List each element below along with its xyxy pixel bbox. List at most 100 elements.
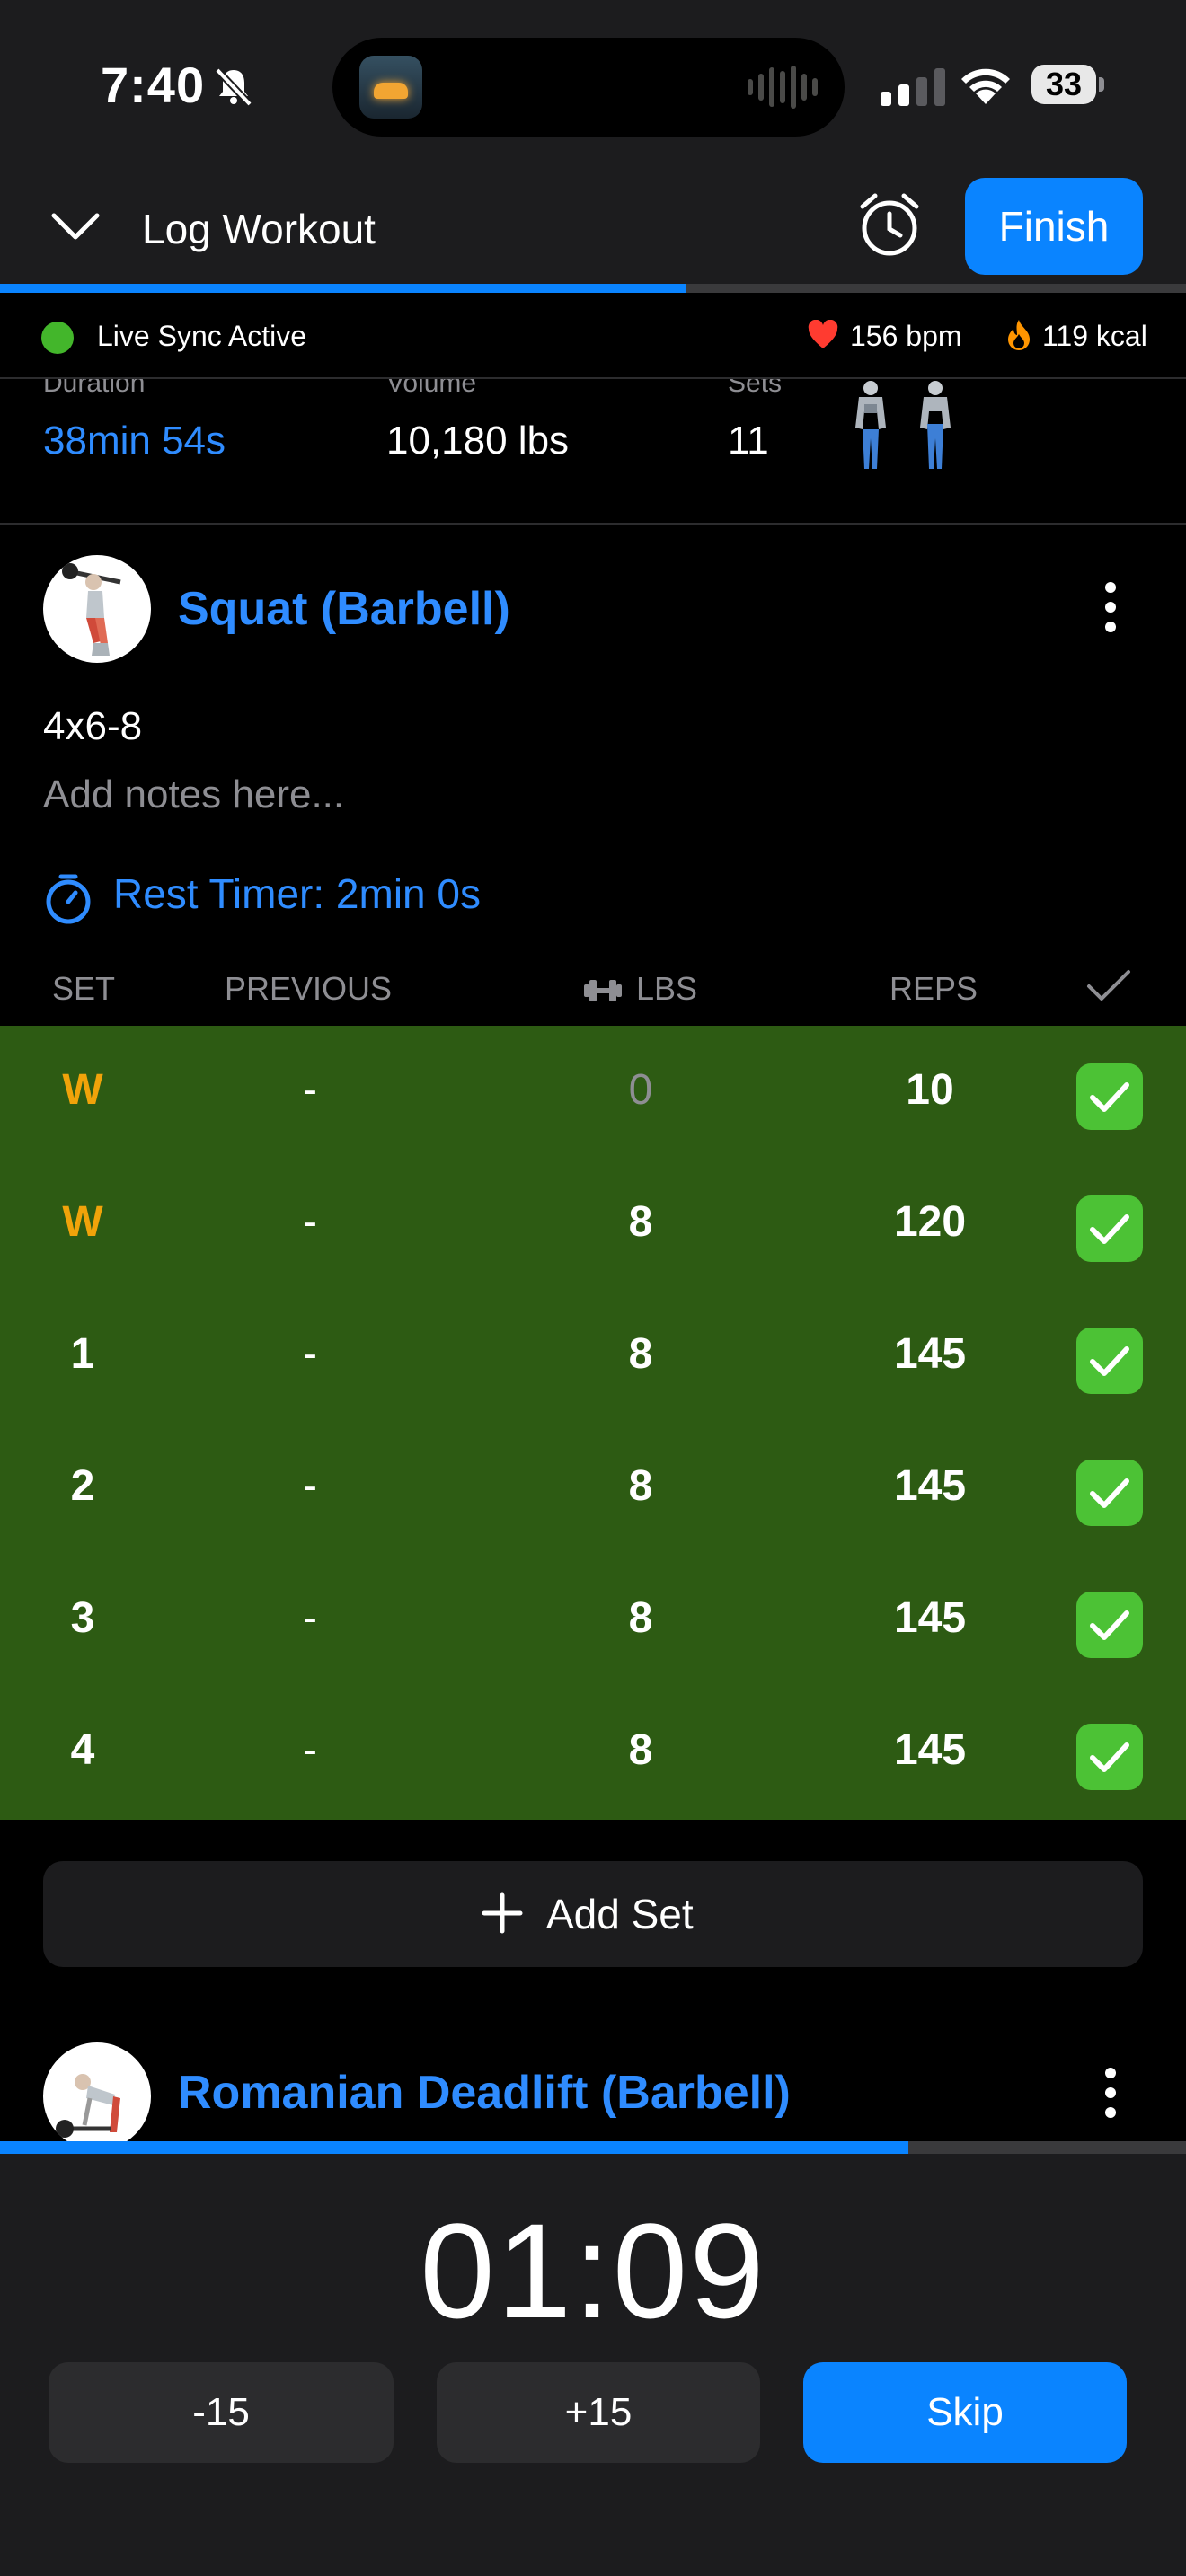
- duration-value: 38min 54s: [43, 419, 226, 463]
- skip-button[interactable]: Skip: [803, 2362, 1127, 2463]
- deadlift-figure-icon: [56, 2074, 120, 2138]
- set-number[interactable]: 2: [36, 1461, 129, 1511]
- set-previous: -: [303, 1198, 317, 1246]
- workout-progress-bar: [0, 284, 1186, 293]
- set-row: 1 - 8 145: [0, 1290, 1186, 1422]
- dumbbell-icon: [584, 980, 622, 1001]
- set-complete-checkbox[interactable]: [1076, 1460, 1143, 1526]
- finish-button[interactable]: Finish: [965, 178, 1143, 275]
- checkmark-icon: [1090, 1082, 1129, 1112]
- live-sync-bar: Live Sync Active 156 bpm 119 kcal: [0, 293, 1186, 379]
- rest-progress-bar: [0, 2141, 1186, 2154]
- set-row: 3 - 8 145: [0, 1554, 1186, 1686]
- chevron-down-icon[interactable]: [50, 208, 101, 244]
- set-reps-input[interactable]: 145: [863, 1461, 997, 1511]
- flame-icon: [1008, 320, 1030, 350]
- set-reps-input[interactable]: 145: [863, 1725, 997, 1775]
- col-previous: PREVIOUS: [225, 970, 393, 1007]
- rest-countdown: 01:09: [420, 2195, 766, 2346]
- exercise-note[interactable]: 4x6-8: [43, 704, 142, 749]
- col-lbs: LBS: [636, 970, 698, 1007]
- heart-rate-value: 156 bpm: [850, 320, 962, 352]
- checkmark-icon: [1090, 1478, 1129, 1508]
- checkmark-icon: [1090, 1346, 1129, 1376]
- status-bar: 7:40 33: [0, 0, 1186, 171]
- set-row: 4 - 8 145: [0, 1686, 1186, 1818]
- more-options-icon[interactable]: [1102, 2068, 1120, 2122]
- wifi-icon: [961, 68, 1010, 104]
- add-set-label: Add Set: [546, 1891, 694, 1937]
- set-lbs-input[interactable]: 8: [575, 1725, 706, 1775]
- set-lbs-input[interactable]: 0: [575, 1065, 706, 1115]
- cellular-signal-icon: [881, 66, 945, 106]
- muscle-map-front-icon: [855, 381, 886, 469]
- sets-table-header: SET PREVIOUS LBS REPS: [0, 961, 1186, 1024]
- plus-15-button[interactable]: +15: [437, 2362, 760, 2463]
- calories-value: 119 kcal: [1042, 320, 1147, 352]
- set-previous: -: [303, 1330, 317, 1378]
- add-set-button[interactable]: Add Set: [43, 1861, 1143, 1967]
- alarm-clock-icon[interactable]: [857, 190, 922, 259]
- exercise-name[interactable]: Squat (Barbell): [178, 582, 510, 636]
- exercise-thumbnail[interactable]: [43, 555, 151, 663]
- next-exercise-name[interactable]: Romanian Deadlift (Barbell): [178, 2066, 791, 2120]
- set-reps-input[interactable]: 145: [863, 1329, 997, 1379]
- set-previous: -: [303, 1462, 317, 1510]
- muscle-map-back-icon: [920, 381, 951, 469]
- workout-progress-fill: [0, 284, 686, 293]
- set-reps-input[interactable]: 120: [863, 1197, 997, 1247]
- set-complete-checkbox[interactable]: [1076, 1592, 1143, 1658]
- workout-header: Log Workout Finish: [0, 171, 1186, 287]
- set-lbs-input[interactable]: 8: [575, 1329, 706, 1379]
- set-number[interactable]: 3: [36, 1593, 129, 1643]
- duration-label: Duration: [43, 379, 146, 398]
- set-row: 2 - 8 145: [0, 1422, 1186, 1554]
- stopwatch-icon[interactable]: [43, 871, 93, 925]
- live-activity-app-icon[interactable]: [359, 56, 422, 119]
- set-lbs-input[interactable]: 8: [575, 1197, 706, 1247]
- sets-value: 11: [728, 419, 769, 463]
- notes-input[interactable]: Add notes here...: [43, 772, 344, 817]
- volume-label: Volume: [386, 379, 477, 398]
- status-time: 7:40: [101, 57, 206, 113]
- dynamic-island[interactable]: [332, 38, 845, 137]
- more-options-icon[interactable]: [1102, 582, 1120, 636]
- sets-table: W - 0 10 W - 8 120 1 - 8 145 2 - 8 145 3…: [0, 1026, 1186, 1820]
- rest-progress-fill: [0, 2141, 909, 2154]
- live-sync-status: Live Sync Active: [97, 320, 306, 352]
- set-lbs-input[interactable]: 8: [575, 1461, 706, 1511]
- rest-timer-panel: 01:09 -15 +15 Skip: [0, 2141, 1186, 2576]
- set-previous: -: [303, 1726, 317, 1774]
- rest-timer-setting[interactable]: Rest Timer: 2min 0s: [113, 869, 481, 918]
- checkmark-icon: [1090, 1214, 1129, 1244]
- next-exercise-thumbnail[interactable]: [43, 2042, 151, 2150]
- col-set: SET: [52, 970, 116, 1007]
- squat-figure-icon: [62, 563, 121, 656]
- audio-wave-icon: [748, 65, 818, 110]
- set-number[interactable]: W: [36, 1065, 129, 1115]
- plus-icon: [482, 1892, 523, 1934]
- set-previous: -: [303, 1066, 317, 1114]
- workout-stats: Duration 38min 54s Volume 10,180 lbs Set…: [0, 379, 1186, 525]
- set-row: W - 8 120: [0, 1158, 1186, 1290]
- sets-label: Sets: [728, 379, 783, 398]
- set-number[interactable]: W: [36, 1197, 129, 1247]
- volume-value: 10,180 lbs: [386, 419, 570, 463]
- set-complete-checkbox[interactable]: [1076, 1724, 1143, 1790]
- set-complete-checkbox[interactable]: [1076, 1063, 1143, 1130]
- set-complete-checkbox[interactable]: [1076, 1328, 1143, 1394]
- set-number[interactable]: 1: [36, 1329, 129, 1379]
- set-complete-checkbox[interactable]: [1076, 1195, 1143, 1262]
- page-title: Log Workout: [142, 206, 376, 252]
- set-lbs-input[interactable]: 8: [575, 1593, 706, 1643]
- col-reps: REPS: [890, 970, 978, 1007]
- checkmark-icon: [1090, 1742, 1129, 1772]
- minus-15-button[interactable]: -15: [49, 2362, 394, 2463]
- heart-icon: [808, 320, 838, 348]
- checkmark-icon: [1090, 1610, 1129, 1640]
- bell-muted-icon: [215, 67, 252, 107]
- set-row: W - 0 10: [0, 1026, 1186, 1158]
- set-reps-input[interactable]: 145: [863, 1593, 997, 1643]
- set-reps-input[interactable]: 10: [863, 1065, 997, 1115]
- set-number[interactable]: 4: [36, 1725, 129, 1775]
